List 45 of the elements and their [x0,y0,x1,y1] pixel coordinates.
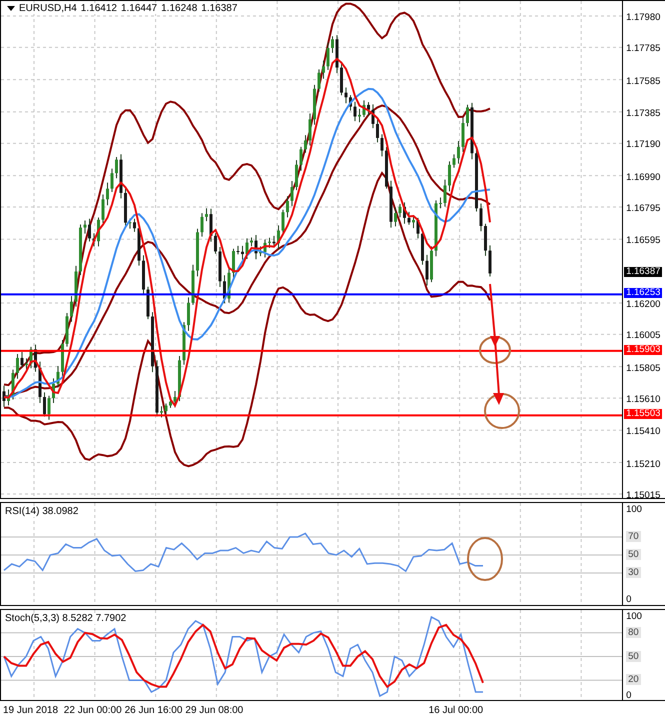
time-tick-label: 29 Jun 08:00 [185,705,244,716]
triangle-down-icon[interactable] [7,6,15,11]
price-tick-label: 1.17190 [626,139,660,150]
indicator-tick-label: 30 [626,567,641,578]
time-tick-label: 22 Jun 00:00 [64,705,122,716]
indicator-tick-label: 100 [626,504,642,515]
indicator-tick-label: 50 [626,549,641,560]
price-tick-label: 1.15805 [626,362,660,374]
circle-annotation [484,393,520,429]
price-tick-label: 1.17585 [626,76,660,87]
price-label: 1.15903 [624,344,662,355]
circle-annotation [467,537,503,581]
time-tick-label: 19 Jun 2018 [3,705,58,716]
indicator-title: Stoch(5,3,3) 8.5282 7.7902 [5,613,126,624]
indicator-title: RSI(14) 38.0982 [5,506,78,517]
price-tick-label: 1.15410 [626,426,660,438]
price-label: 1.16253 [624,288,662,298]
price-tick-label: 1.16005 [626,330,660,342]
indicator-tick-label: 20 [626,674,641,686]
time-tick-label: 16 Jul 00:00 [428,705,484,716]
quote-value: 1.16387 [201,3,238,14]
price-tick-label: 1.16795 [626,203,660,214]
indicator-tick-label: 0 [626,594,632,605]
circle-annotation [479,336,511,364]
price-tick-label: 1.17785 [626,43,660,54]
quote-value: 1.16248 [161,3,198,14]
price-tick-label: 1.15610 [626,394,660,406]
indicator-tick-label: 100 [626,611,642,622]
indicator-tick-label: 50 [626,650,641,662]
quote-value: 1.16412 [80,3,117,14]
time-tick-label: 26 Jun 16:00 [124,705,182,716]
indicator-tick-label: 70 [626,531,641,542]
indicator-tick-label: 0 [626,690,632,701]
price-tick-label: 1.15210 [626,458,660,470]
price-tick-label: 1.16595 [626,235,660,246]
price-tick-label: 1.17385 [626,108,660,119]
symbol-label: EURUSD,H4 [19,3,77,14]
price-label: 1.15503 [624,409,662,420]
price-tick-label: 1.15015 [626,490,660,501]
indicator-tick-label: 80 [626,626,641,638]
price-tick-label: 1.16200 [626,298,660,310]
price-tick-label: 1.16990 [626,172,660,183]
quote-value: 1.16447 [120,3,158,14]
price-tick-label: 1.17980 [626,12,660,23]
current-price-label: 1.16387 [624,266,662,277]
